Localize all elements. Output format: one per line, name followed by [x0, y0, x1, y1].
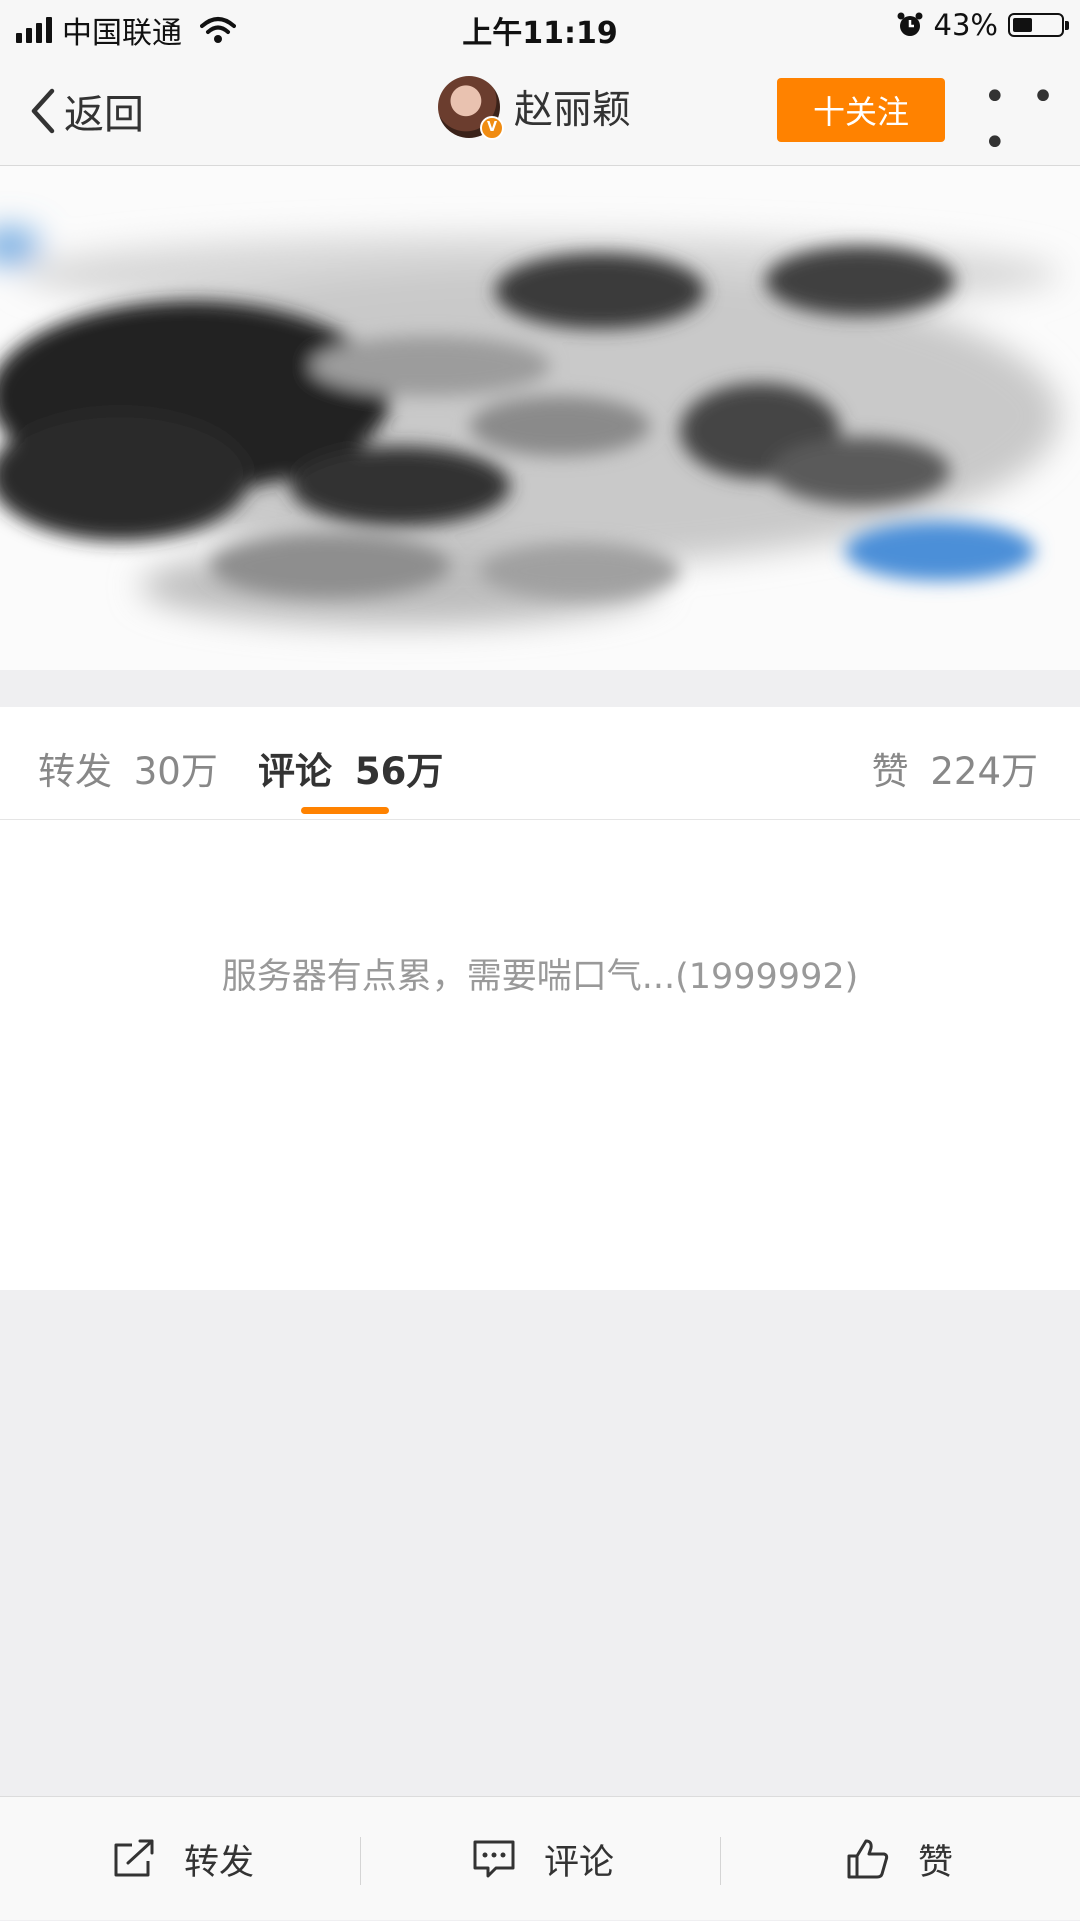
tab-repost[interactable]: 转发 30万 [38, 741, 218, 795]
avatar[interactable]: V [438, 76, 504, 140]
tab-like[interactable]: 赞 224万 [872, 741, 1038, 795]
back-label: 返回 [64, 92, 144, 138]
comment-button[interactable]: 评论 [472, 1797, 614, 1921]
tab-comment-count: 56万 [354, 750, 444, 793]
more-icon[interactable]: • • • [983, 74, 1080, 166]
like-label: 赞 [918, 1842, 954, 1883]
follow-button[interactable]: 十关注 [777, 78, 945, 142]
nav-bar: 返回 V 赵丽颖 十关注 • • • [0, 54, 1080, 166]
status-right: 43% [896, 8, 1069, 42]
toolbar-divider [360, 1837, 361, 1885]
blurred-post-content [0, 166, 1080, 670]
server-error-message: 服务器有点累，需要喘口气...(1999992) [221, 957, 859, 997]
active-tab-indicator [301, 807, 389, 814]
tab-like-label: 赞 [871, 750, 909, 793]
user-name[interactable]: 赵丽颖 [514, 79, 631, 135]
tab-repost-label: 转发 [38, 750, 112, 793]
battery-fill [1013, 18, 1032, 32]
tab-comment[interactable]: 评论 56万 [258, 741, 443, 795]
tab-like-count: 224万 [930, 750, 1038, 793]
back-button[interactable]: 返回 [28, 82, 144, 140]
status-bar: 中国联通 上午11:19 43% [0, 0, 1080, 54]
tab-repost-count: 30万 [133, 750, 218, 793]
comments-area: 服务器有点累，需要喘口气...(1999992) [0, 820, 1080, 1290]
chevron-left-icon [31, 88, 55, 134]
tab-comment-label: 评论 [258, 750, 332, 793]
alarm-icon [897, 12, 923, 36]
post-image[interactable] [0, 166, 1080, 670]
comment-label: 评论 [544, 1842, 615, 1883]
verified-badge: V [480, 116, 504, 140]
stats-tabs: 转发 30万 评论 56万 赞 224万 [0, 707, 1080, 820]
like-button[interactable]: 赞 [846, 1797, 953, 1921]
bottom-toolbar: 转发 评论 赞 [0, 1796, 1080, 1920]
repost-button[interactable]: 转发 [112, 1797, 254, 1921]
comment-icon [473, 1840, 515, 1878]
battery-icon [1008, 13, 1069, 37]
battery-percent: 43% [933, 8, 998, 42]
profile-header[interactable]: V 赵丽颖 [438, 76, 631, 140]
toolbar-divider [720, 1837, 721, 1885]
share-icon [114, 1839, 154, 1877]
repost-label: 转发 [184, 1842, 255, 1883]
thumbs-up-icon [847, 1839, 889, 1879]
